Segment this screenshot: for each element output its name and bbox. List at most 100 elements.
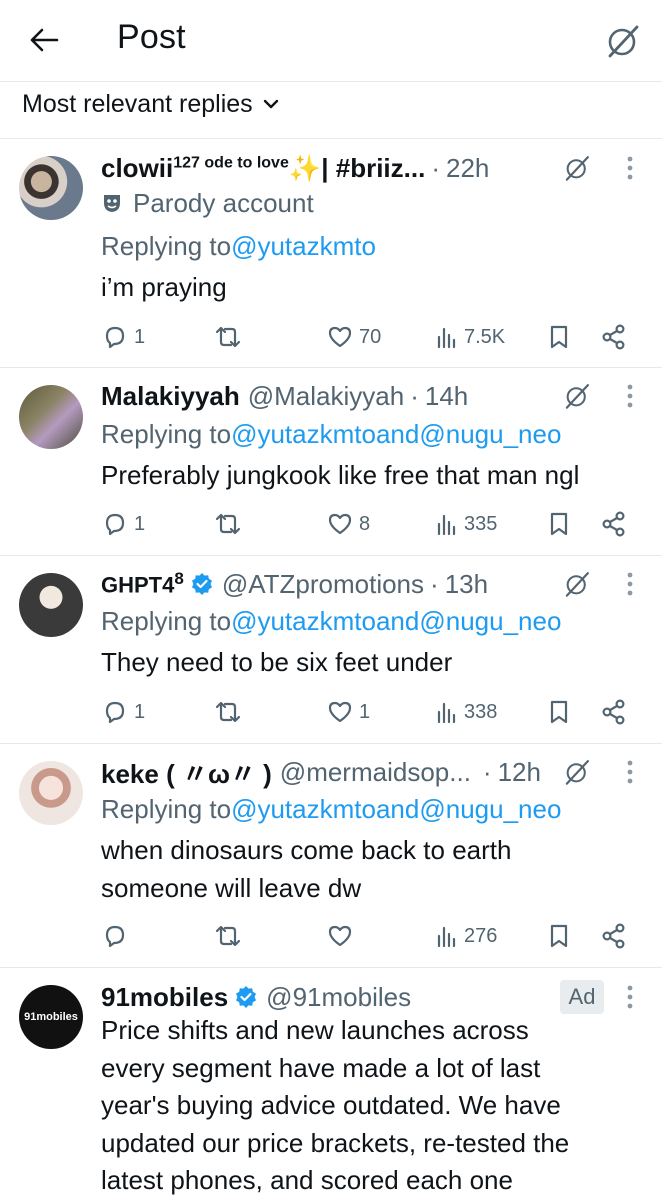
reply-item[interactable]: keke ( 〃ω〃 ) @mermaidsop... · 12h Replyi…	[0, 744, 662, 968]
avatar[interactable]	[19, 156, 83, 220]
grok-button[interactable]	[600, 20, 646, 62]
separator-dot: ·	[482, 756, 492, 787]
views-button[interactable]: 276	[436, 919, 497, 953]
like-icon	[328, 513, 352, 535]
repost-button[interactable]	[213, 919, 243, 953]
grok-button[interactable]	[559, 150, 595, 186]
views-button[interactable]: 338	[436, 695, 497, 729]
reply-icon	[105, 513, 125, 536]
sort-bar: Most relevant replies	[0, 82, 662, 139]
more-button[interactable]	[615, 979, 645, 1015]
grok-button[interactable]	[559, 754, 595, 790]
repost-button[interactable]	[213, 320, 243, 354]
more-button[interactable]	[615, 378, 645, 414]
more-button[interactable]	[615, 754, 645, 790]
views-icon	[437, 702, 456, 724]
like-button[interactable]	[327, 919, 353, 953]
ad-post[interactable]: 91mobiles 91mobiles @91mobiles Ad Price …	[0, 968, 662, 1200]
display-name[interactable]: Malakiyyah	[101, 381, 240, 412]
views-button[interactable]: 335	[436, 507, 497, 541]
reply-header: GHPT48 @ATZpromotions · 13h	[101, 566, 488, 602]
repost-button[interactable]	[213, 507, 243, 541]
sparkle-emoji: ✨	[288, 152, 322, 183]
share-button[interactable]	[601, 320, 627, 354]
bookmark-button[interactable]	[548, 320, 570, 354]
more-button[interactable]	[615, 566, 645, 602]
parody-mask-icon	[104, 195, 120, 212]
timestamp[interactable]: 13h	[445, 569, 488, 600]
ad-text: Price shifts and new launches across eve…	[101, 1015, 570, 1195]
grok-icon	[565, 156, 589, 181]
timestamp[interactable]: 22h	[446, 153, 489, 184]
avatar[interactable]: 91mobiles	[19, 985, 83, 1049]
verified-icon	[234, 985, 258, 1009]
grok-button[interactable]	[559, 378, 595, 414]
repost-icon	[215, 326, 241, 348]
timestamp[interactable]: 14h	[425, 381, 468, 412]
more-icon	[627, 156, 633, 180]
like-button[interactable]: 70	[327, 320, 381, 354]
mention-link[interactable]: @nugu_neo	[419, 419, 561, 450]
user-handle[interactable]: @Malakiyyah	[248, 381, 404, 412]
views-icon	[437, 926, 456, 948]
share-button[interactable]	[601, 919, 627, 953]
reply-text: They need to be six feet under	[101, 647, 453, 677]
bookmark-button[interactable]	[548, 919, 570, 953]
share-button[interactable]	[601, 507, 627, 541]
grok-icon	[565, 384, 589, 409]
reply-button[interactable]: 1	[102, 695, 145, 729]
replying-to: Replying to @yutazkmto and @nugu_neo	[101, 605, 562, 637]
ad-header: 91mobiles @91mobiles	[101, 979, 411, 1015]
display-name[interactable]: keke ( 〃ω〃 )	[101, 754, 272, 791]
separator-dot: ·	[430, 568, 439, 599]
back-button[interactable]	[22, 20, 66, 60]
display-name[interactable]: GHPT48	[101, 569, 184, 598]
action-bar: 1 70 7.5K	[100, 320, 640, 354]
separator-dot: ·	[431, 152, 440, 183]
reply-item[interactable]: GHPT48 @ATZpromotions · 13h Replying to …	[0, 556, 662, 744]
like-button[interactable]: 8	[327, 507, 370, 541]
mention-link[interactable]: @yutazkmto	[231, 606, 376, 637]
reply-text: Preferably jungkook like free that man n…	[101, 460, 580, 490]
mention-link[interactable]: @yutazkmto	[231, 231, 376, 262]
views-button[interactable]: 7.5K	[436, 320, 505, 354]
reply-button[interactable]	[102, 919, 128, 953]
grok-icon	[608, 25, 639, 58]
timestamp[interactable]: 12h	[498, 757, 541, 788]
grok-icon	[565, 572, 589, 597]
like-icon	[328, 701, 352, 723]
mention-link[interactable]: @yutazkmto	[231, 794, 376, 825]
more-icon	[627, 384, 633, 408]
reply-header: keke ( 〃ω〃 ) @mermaidsop... · 12h	[101, 754, 541, 790]
repost-icon	[215, 925, 241, 947]
mention-link[interactable]: @nugu_neo	[419, 606, 561, 637]
like-button[interactable]: 1	[327, 695, 370, 729]
display-name[interactable]: 91mobiles	[101, 982, 228, 1013]
reply-button[interactable]: 1	[102, 507, 145, 541]
reply-item[interactable]: Malakiyyah @Malakiyyah · 14h Replying to…	[0, 368, 662, 556]
chevron-down-icon	[263, 99, 278, 109]
avatar[interactable]	[19, 385, 83, 449]
share-button[interactable]	[601, 695, 627, 729]
repost-button[interactable]	[213, 695, 243, 729]
user-handle[interactable]: @ATZpromotions	[222, 569, 424, 600]
grok-button[interactable]	[559, 566, 595, 602]
user-handle[interactable]: @91mobiles	[266, 982, 411, 1013]
more-button[interactable]	[615, 150, 645, 186]
reply-button[interactable]: 1	[102, 320, 145, 354]
user-handle[interactable]: @mermaidsop...	[280, 757, 471, 788]
bookmark-button[interactable]	[548, 695, 570, 729]
sort-dropdown[interactable]: Most relevant replies	[22, 86, 279, 122]
ad-badge: Ad	[560, 980, 604, 1014]
parody-label: Parody account	[101, 185, 314, 221]
page-title: Post	[117, 18, 186, 56]
avatar[interactable]	[19, 573, 83, 637]
reply-text: when dinosaurs come back to earth someon…	[101, 835, 512, 903]
bookmark-button[interactable]	[548, 507, 570, 541]
replying-to: Replying to @yutazkmto and @nugu_neo	[101, 793, 562, 825]
mention-link[interactable]: @nugu_neo	[419, 794, 561, 825]
avatar[interactable]	[19, 761, 83, 825]
reply-item[interactable]: clowii127 ode to love✨| #briiz... · 22h …	[0, 139, 662, 368]
display-name[interactable]: clowii127 ode to love✨| #briiz...	[101, 153, 425, 184]
mention-link[interactable]: @yutazkmto	[231, 419, 376, 450]
